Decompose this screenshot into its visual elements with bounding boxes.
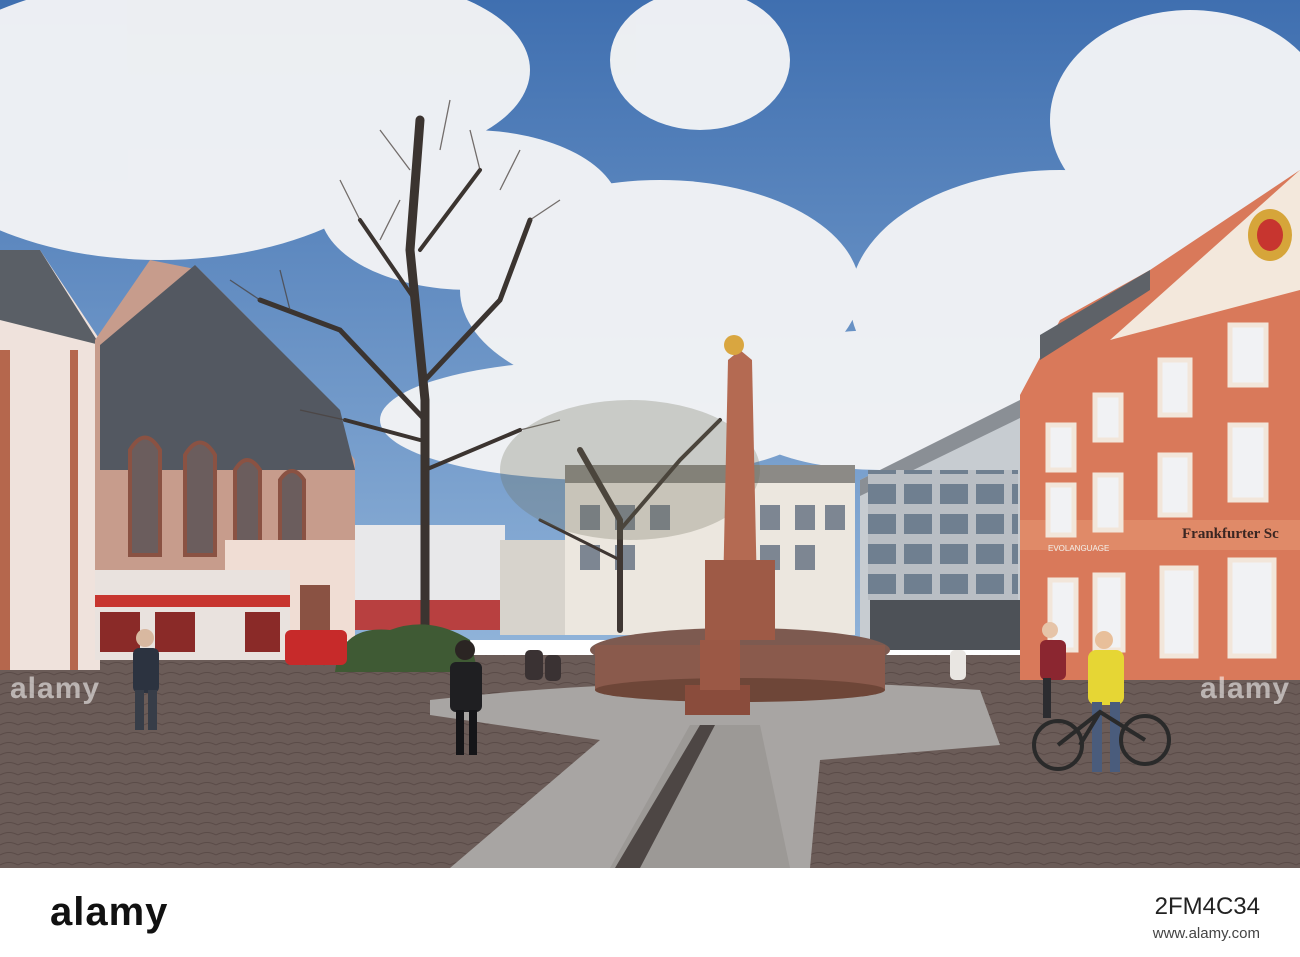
fountain-star xyxy=(724,335,744,355)
store-sign: EVOLANGUAGE xyxy=(1048,544,1109,553)
coat-of-arms xyxy=(1248,209,1292,261)
bank-sign: Frankfurter Sc xyxy=(1182,526,1279,542)
red-car xyxy=(285,630,347,665)
watermark-footer xyxy=(0,868,1300,957)
watermark-overlay-left: alamy xyxy=(10,672,101,705)
street-photo: Frankfurter Sc EVOLANGUAGE xyxy=(0,0,1300,868)
image-id: 2FM4C34 xyxy=(1154,893,1260,920)
watermark-overlay-right: alamy xyxy=(1200,672,1291,705)
alamy-logo: alamy xyxy=(50,890,169,934)
watermark-url: www.alamy.com xyxy=(1152,925,1260,942)
